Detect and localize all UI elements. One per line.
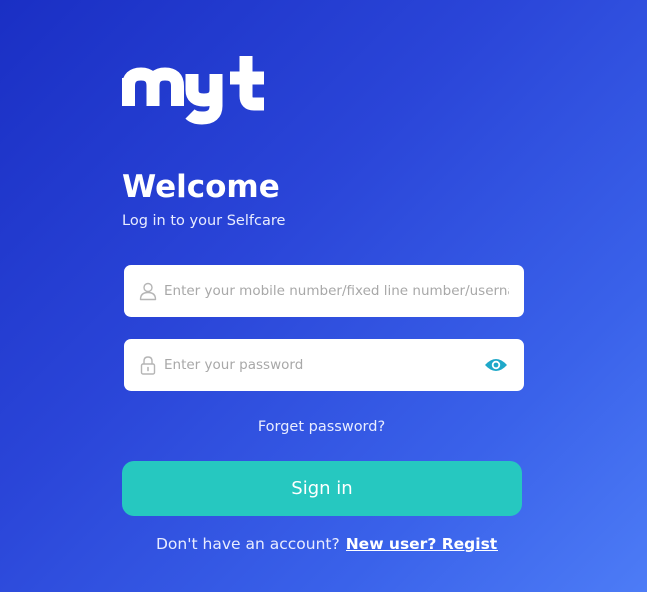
user-icon — [138, 281, 158, 301]
lock-icon — [138, 355, 158, 375]
no-account-prompt: Don't have an account? — [156, 535, 340, 553]
page-title: Welcome — [122, 169, 280, 205]
sign-in-button[interactable]: Sign in — [122, 461, 522, 516]
username-input[interactable] — [164, 265, 509, 317]
eye-icon[interactable] — [484, 356, 508, 374]
register-link-clip: New user? Register — [346, 535, 498, 553]
register-link[interactable]: New user? Register — [346, 535, 498, 553]
forgot-password-link[interactable]: Forget password? — [0, 419, 643, 435]
page-subtitle: Log in to your Selfcare — [122, 213, 286, 229]
password-field-container — [124, 339, 524, 391]
username-field-container — [124, 265, 524, 317]
password-input[interactable] — [164, 339, 474, 391]
myt-logo — [122, 52, 268, 126]
register-row: Don't have an account? New user? Register — [156, 535, 498, 553]
myt-logo-icon — [122, 56, 264, 125]
